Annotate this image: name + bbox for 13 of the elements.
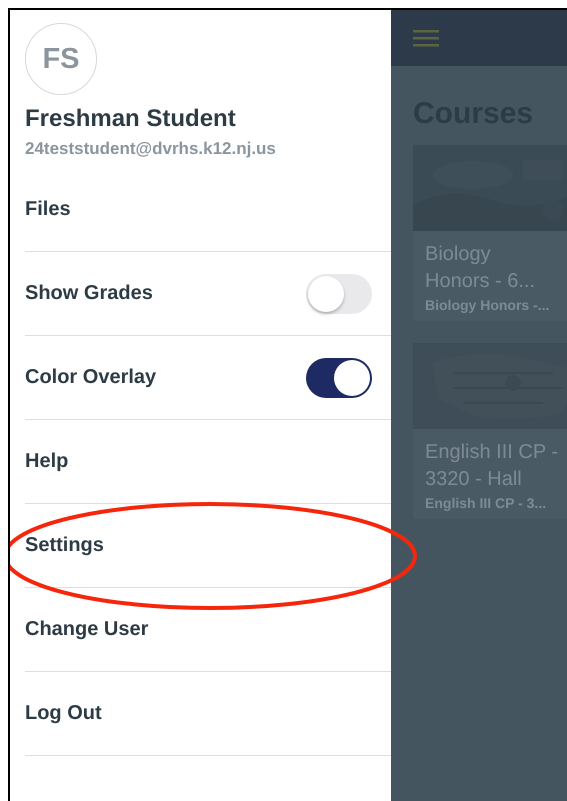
menu-label: Color Overlay [25,366,156,389]
user-email: 24teststudent@dvrhs.k12.nj.us [25,139,277,159]
menu-label: Show Grades [25,282,153,305]
toggle-switch[interactable] [306,358,372,398]
menu-item[interactable]: Help [25,450,68,473]
menu-item[interactable]: Change User [25,618,148,641]
avatar: FS [25,23,97,95]
user-name: Freshman Student [25,105,237,133]
menu-item[interactable]: Settings [25,534,104,557]
toggle-switch[interactable] [306,274,372,314]
menu-item[interactable]: Files [25,198,71,221]
menu-icon[interactable] [413,30,439,46]
menu-item[interactable]: Log Out [25,702,102,725]
